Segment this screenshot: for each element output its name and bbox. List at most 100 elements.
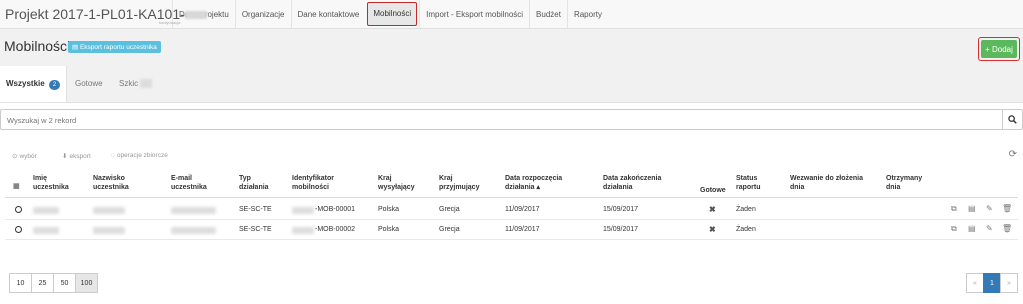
tab-bar: Wszystkie 2 Gotowe Szkic <box>0 66 1023 103</box>
tab-gotowe[interactable]: Gotowe <box>75 66 103 102</box>
col-due-date[interactable]: Wezwanie do złożenia dnia <box>790 174 863 192</box>
edit-icon[interactable]: ✎ <box>986 224 993 233</box>
page-size-50[interactable]: 50 <box>53 273 76 293</box>
export-report-button[interactable]: ▤ Eksport raportu uczestnika <box>68 41 161 53</box>
not-ready-icon: ✖ <box>709 205 716 214</box>
row-divider <box>5 239 1018 240</box>
download-icon: ⬇ <box>62 153 68 160</box>
copy-icon[interactable]: ⧉ <box>951 224 957 234</box>
cell-end: 15/09/2017 <box>603 226 639 233</box>
col-received-date[interactable]: Otrzymany dnia <box>886 174 922 192</box>
cell-sending: Polska <box>378 206 400 213</box>
add-button[interactable]: + Dodaj <box>978 37 1020 61</box>
tab-wszystkie[interactable]: Wszystkie 2 <box>0 66 68 102</box>
redacted-id-prefix <box>292 207 314 214</box>
not-ready-icon: ✖ <box>709 225 716 234</box>
nav-budzet[interactable]: Budżet <box>529 0 567 29</box>
redacted-first-name <box>33 227 59 234</box>
col-last-name[interactable]: Nazwisko uczestnika <box>93 174 129 192</box>
cell-receiving: Grecja <box>439 226 460 233</box>
cell-status: Żaden <box>736 206 756 213</box>
details-icon[interactable]: ▤ <box>968 204 976 213</box>
col-report-status[interactable]: Status raportu <box>736 174 761 192</box>
row-divider <box>5 219 1018 220</box>
project-title: Projekt 2017-1-PL01-KA101- kontynuacja <box>0 6 207 25</box>
row-select-radio[interactable] <box>15 226 22 233</box>
redacted-email <box>171 227 216 234</box>
nav-mobilnosci[interactable]: Mobilności <box>367 2 418 26</box>
redacted-email <box>171 207 216 214</box>
redacted-project-id <box>184 11 207 20</box>
project-title-text: Projekt 2017-1-PL01-KA101- <box>5 6 185 22</box>
delete-icon[interactable]: 🗑 <box>1002 224 1012 233</box>
file-icon: ▤ <box>72 44 80 51</box>
pagination: « 1 » <box>966 273 1018 293</box>
export-report-label: Eksport raportu uczestnika <box>79 44 157 51</box>
redacted-count <box>140 79 153 89</box>
details-icon[interactable]: ▤ <box>968 224 976 233</box>
page-size-10[interactable]: 10 <box>9 273 32 293</box>
cell-type: SE-SC-TE <box>239 206 272 213</box>
search-input[interactable] <box>1 111 991 130</box>
bulk-operations-tool[interactable]: ◌ operacje zbiorcze <box>111 152 168 159</box>
refresh-circle-icon: ◌ <box>111 152 115 159</box>
export-label: eksport <box>69 152 91 160</box>
cell-type: SE-SC-TE <box>239 226 272 233</box>
tab-szkic[interactable]: Szkic <box>119 66 153 102</box>
copy-icon[interactable]: ⧉ <box>951 204 957 214</box>
page-size-25[interactable]: 25 <box>31 273 54 293</box>
refresh-icon[interactable]: ⟳ <box>1009 149 1017 160</box>
page-size-selector: 10 25 50 100 <box>9 273 98 293</box>
header-divider <box>5 197 1018 198</box>
nav-raporty[interactable]: Raporty <box>566 0 608 29</box>
nav-organizacje[interactable]: Organizacje <box>234 0 291 29</box>
add-label: Dodaj <box>992 44 1013 54</box>
col-mobility-id[interactable]: Identyfikator mobilności <box>292 174 334 192</box>
export-tool[interactable]: ⬇ eksport <box>62 152 91 161</box>
col-type[interactable]: Typ działania <box>239 174 269 192</box>
col-ready[interactable]: Gotowe <box>700 186 726 195</box>
column-picker-icon[interactable]: ▦ <box>13 182 20 191</box>
check-circle-icon: ⊙ <box>12 153 18 160</box>
top-navigation: Projekt 2017-1-PL01-KA101- kontynuacja D… <box>0 0 1023 29</box>
select-label: wybór <box>19 152 37 160</box>
cell-start: 11/09/2017 <box>505 206 540 213</box>
plus-icon: + <box>985 44 992 54</box>
cell-start: 11/09/2017 <box>505 226 540 233</box>
page-size-100[interactable]: 100 <box>75 273 98 293</box>
select-tool[interactable]: ⊙ wybór <box>12 152 37 161</box>
redacted-last-name <box>93 227 125 234</box>
cell-status: Żaden <box>736 226 756 233</box>
search-icon <box>1008 115 1017 124</box>
bulk-label: operacje zbiorcze <box>116 152 168 159</box>
tab-count-badge: 2 <box>48 80 61 90</box>
project-subtitle: kontynuacja <box>159 20 181 25</box>
col-start-date[interactable]: Data rozpoczęcia działania ▴ <box>505 174 562 192</box>
col-receiving-country[interactable]: Kraj przyjmujący <box>439 174 479 192</box>
page-1-button[interactable]: 1 <box>983 273 1001 293</box>
cell-end: 15/09/2017 <box>603 206 639 213</box>
cell-mobility-id: -MOB-00002 <box>315 226 356 233</box>
redacted-id-prefix <box>292 227 314 234</box>
col-sending-country[interactable]: Kraj wysyłający <box>378 174 415 192</box>
search-button[interactable] <box>1002 110 1022 129</box>
cell-sending: Polska <box>378 226 400 233</box>
tab-szkic-label: Szkic <box>119 79 139 88</box>
redacted-last-name <box>93 207 125 214</box>
redacted-first-name <box>33 207 59 214</box>
next-page-button[interactable]: » <box>1000 273 1018 293</box>
delete-icon[interactable]: 🗑 <box>1002 204 1012 213</box>
row-select-radio[interactable] <box>15 206 22 213</box>
cell-receiving: Grecja <box>439 206 460 213</box>
nav-dane-kontaktowe[interactable]: Dane kontaktowe <box>290 0 366 29</box>
tab-wszystkie-label: Wszystkie <box>6 79 45 88</box>
search-bar <box>0 109 1023 130</box>
cell-mobility-id: -MOB-00001 <box>315 206 356 213</box>
col-email[interactable]: E-mail uczestnika <box>171 174 207 192</box>
col-end-date[interactable]: Data zakończenia działania <box>603 174 661 192</box>
page-title: Mobilności <box>4 38 71 54</box>
nav-import-eksport[interactable]: Import - Eksport mobilności <box>419 0 529 29</box>
prev-page-button[interactable]: « <box>966 273 984 293</box>
col-first-name[interactable]: Imię uczestnika <box>33 174 69 192</box>
edit-icon[interactable]: ✎ <box>986 204 993 213</box>
